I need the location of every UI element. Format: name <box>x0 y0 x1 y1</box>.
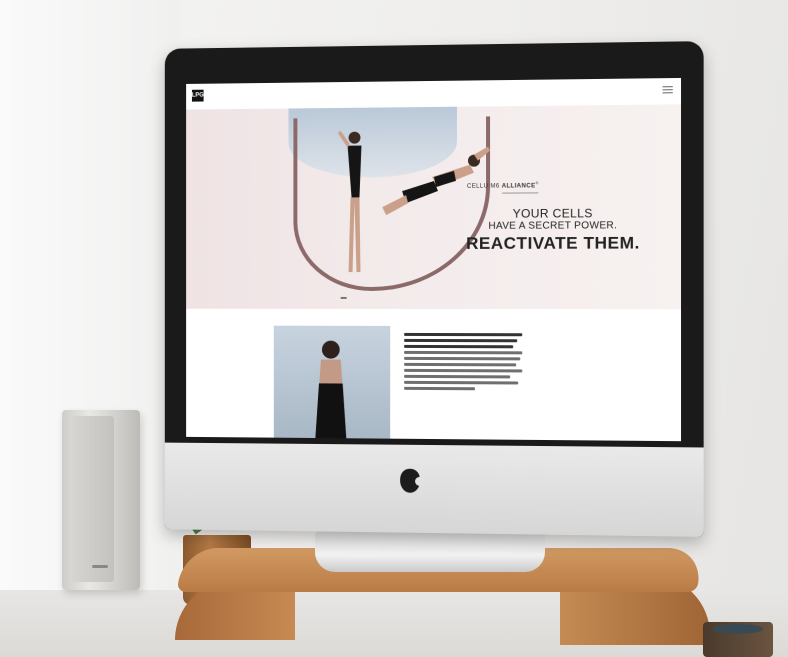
hero-headline-line2: HAVE A SECRET POWER. <box>444 220 663 232</box>
hero-divider <box>502 192 538 193</box>
speaker <box>62 410 140 590</box>
pen-cup <box>703 622 773 657</box>
model-standing <box>338 128 368 277</box>
speaker-grille <box>70 416 114 582</box>
hero-banner: CELLU M6 ALLIANCE® YOUR CELLS HAVE A SEC… <box>186 104 681 309</box>
carousel-indicator[interactable] <box>341 297 347 299</box>
hero-headline-line3: REACTIVATE THEM. <box>440 233 667 254</box>
imac-chin <box>165 443 704 537</box>
imac-display: LPG CELLU M6 ALLIANCE® YOUR CELLS HAVE A… <box>165 41 704 537</box>
feature-image <box>274 326 390 439</box>
website-screen: LPG CELLU M6 ALLIANCE® YOUR CELLS HAVE A… <box>186 78 681 441</box>
site-logo[interactable]: LPG <box>192 90 204 102</box>
feature-paragraph <box>404 333 522 394</box>
hamburger-menu-icon[interactable] <box>663 84 673 94</box>
speaker-logo <box>92 565 108 568</box>
apple-logo-icon <box>400 469 420 493</box>
model-portrait <box>307 334 354 439</box>
hero-headline-line1: YOUR CELLS <box>452 206 654 221</box>
hero-subtitle: CELLU M6 ALLIANCE® <box>467 180 539 189</box>
pen-cup-rim <box>713 624 763 634</box>
imac-foot <box>315 530 545 572</box>
